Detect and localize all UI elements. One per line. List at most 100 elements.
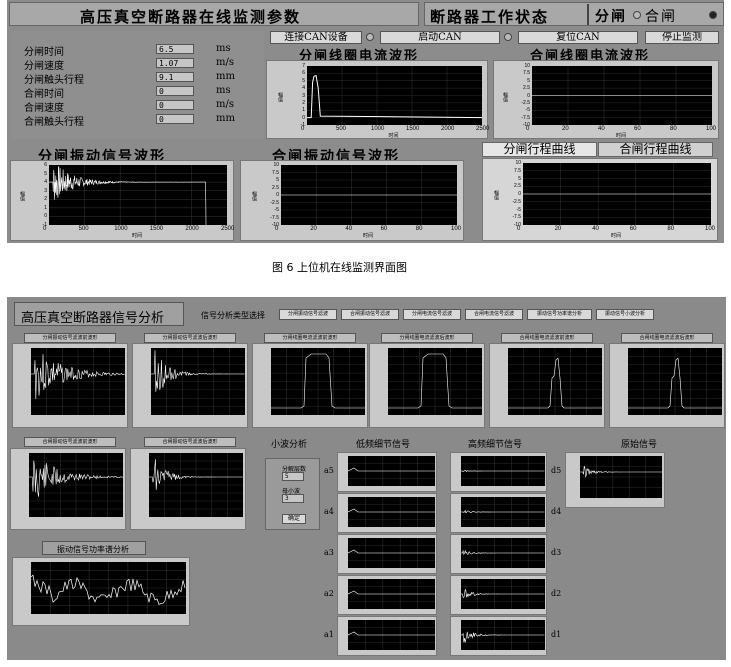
- analysis-type-button[interactable]: 合闸振动信号滤波: [341, 309, 399, 320]
- y-tick-label: 5: [44, 170, 47, 177]
- travel-waveform: [523, 163, 711, 225]
- open-vib-waveform: [49, 165, 227, 225]
- stop-monitor-button[interactable]: 停止监测: [645, 31, 719, 44]
- power-title: 振动信号功率谱分析: [57, 545, 129, 554]
- param-unit: ms: [216, 43, 231, 54]
- x-tick-label: 0: [517, 226, 521, 232]
- y-tick-label: 0: [276, 192, 279, 198]
- status-divider: [587, 4, 589, 25]
- x-tick-label: 1000: [114, 226, 128, 232]
- start-led: [504, 33, 512, 41]
- detail-plot: [450, 493, 547, 533]
- x-tick-label: 2000: [185, 226, 199, 232]
- filter-waveform: [628, 348, 722, 415]
- param-value[interactable]: 6.5: [156, 44, 194, 54]
- x-tick-label: 80: [670, 126, 677, 132]
- detail-plot: [450, 452, 547, 492]
- start-can-button[interactable]: 启动CAN: [380, 31, 500, 44]
- analysis-type-button[interactable]: 合闸电流信号滤波: [465, 309, 523, 320]
- x-tick-label: 100: [706, 126, 717, 132]
- filter-waveform: [151, 348, 245, 415]
- x-tick-label: 0: [301, 126, 305, 132]
- y-tick-label: 1: [302, 107, 305, 114]
- filter-plot: [252, 343, 368, 428]
- param-unit: mm: [216, 71, 235, 82]
- x-tick-label: 80: [415, 226, 423, 232]
- analysis-type-button[interactable]: 分闸电流信号滤波: [403, 309, 461, 320]
- param-value[interactable]: 1.07: [156, 58, 194, 68]
- y-tick-label: -2.5: [521, 99, 530, 106]
- filter-plot: [132, 343, 248, 428]
- original-signal-waveform: [580, 456, 662, 498]
- y-tick-label: 7: [302, 63, 305, 69]
- filter-waveform: [149, 453, 243, 517]
- analysis-type-button[interactable]: 分闸振动信号滤波: [279, 309, 337, 320]
- open-coil-waveform: [307, 66, 482, 125]
- approx-waveform: [348, 620, 435, 650]
- y-tick-label: 10: [524, 63, 530, 69]
- x-tick-label: 500: [336, 126, 347, 132]
- param-value[interactable]: 0: [156, 100, 194, 110]
- param-label: 合闸速度: [24, 103, 64, 114]
- y-tick-label: 4: [44, 179, 47, 186]
- detail-level-label: d3: [551, 548, 562, 557]
- y-tick-label: 1: [44, 204, 47, 211]
- power-spectrum-curve: [31, 562, 186, 614]
- x-tick-label: 80: [667, 226, 675, 232]
- approx-waveform: [348, 538, 435, 568]
- y-tick-label: 0: [527, 92, 530, 99]
- param-unit: mm: [216, 113, 235, 124]
- param-value[interactable]: 9.1: [156, 72, 194, 82]
- y-tick-label: 2.5: [514, 183, 521, 190]
- filter-plot: [609, 343, 725, 428]
- x-tick-label: 0: [275, 226, 279, 232]
- y-tick-label: 6: [302, 70, 305, 77]
- close-coil-waveform: [532, 66, 712, 125]
- approx-level-label: a5: [324, 466, 334, 475]
- status-label: 断路器工作状态: [430, 8, 550, 26]
- x-axis-label: 时间: [363, 233, 374, 239]
- tab-open-travel[interactable]: 分闸行程曲线: [482, 142, 597, 157]
- y-tick-label: 7.5: [514, 167, 521, 174]
- approx-plot: [337, 616, 437, 656]
- y-tick-label: 2.5: [523, 85, 530, 92]
- x-axis-label: 时间: [388, 133, 399, 139]
- y-tick-label: 5: [276, 177, 279, 183]
- y-tick-label: -5: [274, 207, 279, 213]
- x-tick-label: 20: [310, 226, 317, 232]
- analysis-type-button[interactable]: 振动信号小波分析: [596, 309, 654, 320]
- filter-waveform: [31, 348, 125, 415]
- y-tick-label: -7.5: [270, 214, 279, 221]
- detail-plot: [450, 616, 547, 656]
- y-tick-label: 2: [44, 196, 47, 203]
- level-input[interactable]: 5: [282, 472, 304, 481]
- approx-plot: [337, 452, 437, 492]
- analysis-type-button[interactable]: 振动信号功率谱分析: [527, 309, 592, 320]
- open-vib-plot: 6 5 4 3 2 1 0 -1 0 500 1000 1500 2000 2500 时间 幅值: [10, 160, 234, 241]
- y-tick-label: -5: [516, 206, 521, 213]
- param-value[interactable]: 0: [156, 86, 194, 96]
- confirm-button[interactable]: 确定: [282, 514, 306, 524]
- y-axis-label: 幅值: [493, 190, 499, 200]
- y-tick-label: 10: [273, 162, 279, 168]
- plot-title-box: 分闸线圈电流滤波前波形: [264, 333, 356, 343]
- connect-can-button[interactable]: 连接CAN设备: [270, 31, 362, 44]
- param-label: 合闸时间: [24, 89, 64, 100]
- param-unit: m/s: [216, 99, 234, 110]
- mother-wavelet-input[interactable]: 3: [282, 494, 304, 503]
- y-tick-label: 5: [302, 77, 305, 84]
- x-tick-label: 60: [629, 226, 637, 232]
- x-tick-label: 20: [562, 126, 569, 132]
- y-axis-label: 幅值: [19, 191, 25, 201]
- detail-waveform: [461, 620, 545, 650]
- tab-close-travel[interactable]: 合闸行程曲线: [598, 142, 713, 157]
- plot-title-box: 分闸振动信号滤波前波形: [24, 333, 116, 343]
- y-axis-label: 幅值: [502, 91, 508, 102]
- plot-title-box: 合闸线圈电流滤波后波形: [621, 333, 713, 343]
- y-axis-label: 幅值: [277, 91, 283, 102]
- power-spectrum-plot: [12, 557, 190, 626]
- reset-can-button[interactable]: 复位CAN: [518, 31, 638, 44]
- close-coil-plot: 10 7.5 5 2.5 0 -2.5 -5 -7.5 -10 0 20 40 60 80 100 时间 幅值: [493, 60, 719, 139]
- param-value[interactable]: 0: [156, 114, 194, 124]
- y-tick-label: 2.5: [272, 184, 279, 191]
